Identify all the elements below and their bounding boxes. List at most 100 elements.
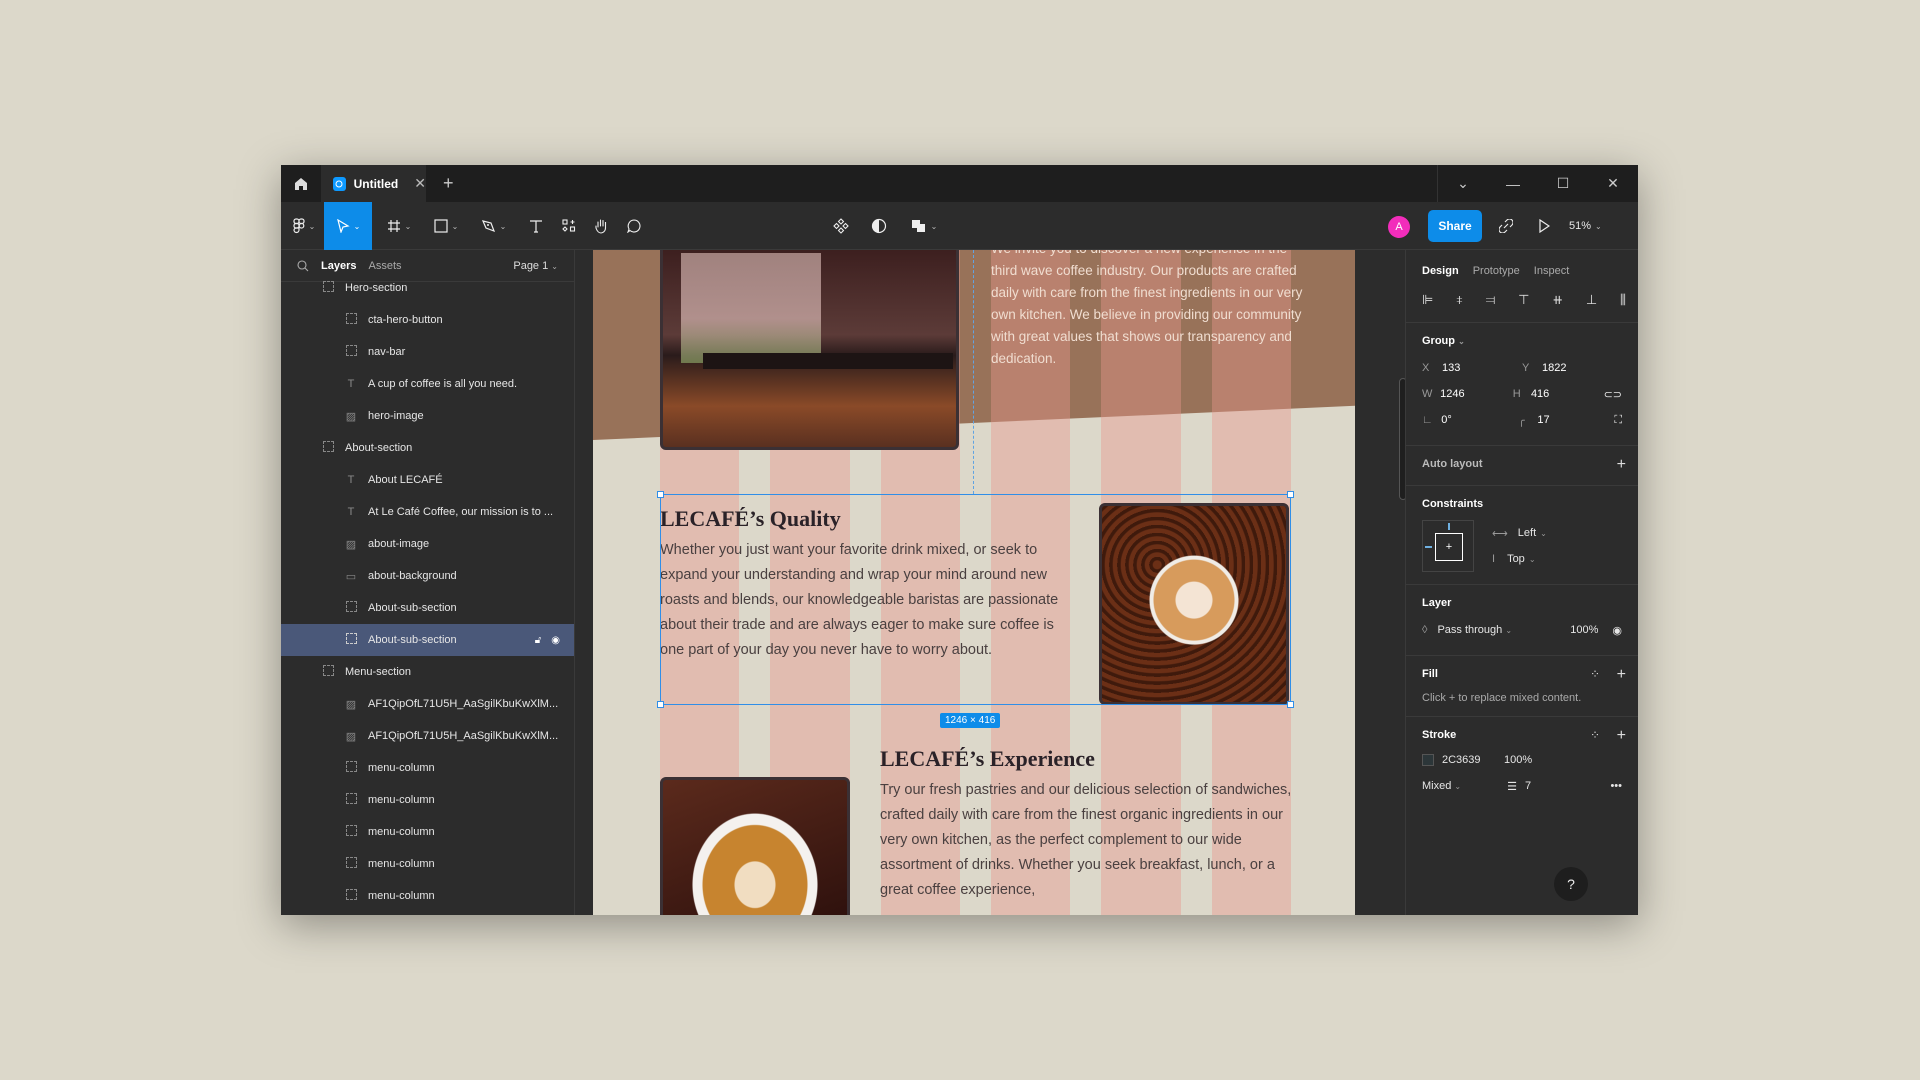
x-input[interactable]: 133	[1442, 362, 1522, 374]
height-input[interactable]: 416	[1531, 388, 1604, 400]
layer-item[interactable]: About-section	[281, 432, 574, 464]
y-input[interactable]: 1822	[1542, 362, 1622, 374]
layer-item[interactable]: nav-bar	[281, 336, 574, 368]
layer-item[interactable]: T A cup of coffee is all you need.	[281, 368, 574, 400]
selection-box[interactable]	[657, 491, 1294, 708]
layer-item[interactable]: cta-hero-button	[281, 304, 574, 336]
more-options-icon[interactable]: •••	[1610, 780, 1622, 792]
canvas[interactable]: We invite you to discover a new experien…	[575, 250, 1405, 915]
minimize-icon[interactable]: —	[1488, 165, 1538, 202]
layer-item[interactable]: ▨ AF1QipOfL71U5H_AaSgilKbuKwXlM...	[281, 688, 574, 720]
pen-tool[interactable]: ⌄	[473, 202, 515, 250]
stroke-color-input[interactable]: 2C3639	[1442, 754, 1504, 766]
layer-item[interactable]: Hero-section	[281, 272, 574, 304]
layer-item[interactable]: menu-column	[281, 784, 574, 816]
resize-handle[interactable]	[657, 491, 664, 498]
latte-image[interactable]	[660, 777, 850, 915]
about-paragraph[interactable]: We invite you to discover a new experien…	[991, 250, 1311, 370]
present-button[interactable]	[1529, 202, 1559, 250]
horizontal-constraint[interactable]: ⟷ Left ⌄	[1492, 520, 1547, 546]
eye-icon[interactable]: ◉	[1612, 624, 1622, 637]
resize-handle[interactable]	[657, 701, 664, 708]
resources-tool[interactable]	[554, 202, 584, 250]
chevron-down-icon[interactable]: ⌄	[1438, 165, 1488, 202]
comment-tool[interactable]	[619, 202, 649, 250]
text-tool[interactable]	[521, 202, 551, 250]
frame-tool[interactable]: ⌄	[378, 202, 420, 250]
components-button[interactable]	[827, 202, 855, 250]
eye-icon[interactable]: ◉	[551, 635, 560, 646]
main-menu-button[interactable]: ⌄	[287, 202, 321, 250]
tab-prototype[interactable]: Prototype	[1473, 265, 1520, 277]
layer-item[interactable]: Menu-section	[281, 656, 574, 688]
constrain-proportions-icon[interactable]: ⊂⊃	[1604, 388, 1622, 401]
close-icon[interactable]: ✕	[414, 175, 426, 192]
layer-item[interactable]: menu-column	[281, 752, 574, 784]
zoom-dropdown[interactable]: 51% ⌄	[1569, 202, 1602, 250]
resize-handle[interactable]	[1287, 701, 1294, 708]
tab-inspect[interactable]: Inspect	[1534, 265, 1569, 277]
width-input[interactable]: 1246	[1440, 388, 1513, 400]
tab-design[interactable]: Design	[1422, 265, 1459, 277]
layer-item[interactable]: T At Le Café Coffee, our mission is to ..…	[281, 496, 574, 528]
independent-corners-icon[interactable]: ⛶	[1614, 414, 1622, 427]
constraint-widget[interactable]: +	[1422, 520, 1474, 572]
resize-handle[interactable]	[1287, 491, 1294, 498]
mask-button[interactable]	[865, 202, 893, 250]
about-image[interactable]	[660, 250, 959, 450]
layer-item[interactable]: ▭ about-background	[281, 560, 574, 592]
copy-link-button[interactable]	[1491, 202, 1521, 250]
add-stroke-icon[interactable]: +	[1617, 727, 1626, 745]
shape-tool[interactable]: ⌄	[425, 202, 467, 250]
vertical-constraint[interactable]: I Top ⌄	[1492, 546, 1547, 572]
opacity-input[interactable]: 100%	[1570, 624, 1598, 636]
search-icon[interactable]	[297, 259, 309, 272]
layer-item[interactable]: T About LECAFÉ	[281, 464, 574, 496]
layer-item-selected[interactable]: About-sub-section 🔓︎ ◉	[281, 624, 574, 656]
layer-item[interactable]: ▨ about-image	[281, 528, 574, 560]
share-button[interactable]: Share	[1428, 210, 1482, 242]
stroke-color-swatch[interactable]	[1422, 754, 1434, 766]
distribute-icon[interactable]: ⫼	[1620, 292, 1626, 308]
help-button[interactable]: ?	[1554, 867, 1588, 901]
experience-heading[interactable]: LECAFÉ’s Experience	[880, 746, 1095, 772]
corner-radius-input[interactable]: 17	[1537, 414, 1614, 426]
layer-item[interactable]: ▨ hero-image	[281, 400, 574, 432]
align-right-icon[interactable]: ⫤	[1486, 292, 1496, 308]
stroke-opacity-input[interactable]: 100%	[1504, 754, 1532, 766]
boolean-button[interactable]: ⌄	[903, 202, 945, 250]
constraint-left-marker[interactable]	[1425, 546, 1432, 548]
layer-item[interactable]: ▨ AF1QipOfL71U5H_AaSgilKbuKwXlM...	[281, 720, 574, 752]
tab-assets[interactable]: Assets	[368, 260, 401, 272]
align-top-icon[interactable]: ⊤	[1518, 292, 1529, 308]
rotation-input[interactable]: 0°	[1441, 414, 1518, 426]
move-tool[interactable]: ⌄	[324, 202, 372, 250]
add-auto-layout-icon[interactable]: +	[1617, 456, 1626, 474]
stroke-position-dropdown[interactable]: Mixed ⌄	[1422, 780, 1461, 792]
maximize-icon[interactable]: ☐	[1538, 165, 1588, 202]
design-frame[interactable]: We invite you to discover a new experien…	[593, 250, 1355, 915]
layer-item[interactable]: menu-column	[281, 848, 574, 880]
stroke-weight-input[interactable]: 7	[1525, 780, 1531, 792]
align-bottom-icon[interactable]: ⊥	[1586, 292, 1597, 308]
align-vertical-center-icon[interactable]: ⧺	[1552, 292, 1563, 308]
layer-item[interactable]: menu-column	[281, 816, 574, 848]
window-close-icon[interactable]: ✕	[1588, 165, 1638, 202]
page-selector[interactable]: Page 1 ⌄	[513, 260, 558, 272]
tab-untitled[interactable]: Untitled ✕	[321, 165, 426, 202]
add-fill-icon[interactable]: +	[1617, 666, 1626, 684]
layer-item[interactable]: About-sub-section	[281, 592, 574, 624]
styles-icon[interactable]: ⁘	[1590, 728, 1600, 742]
avatar[interactable]: A	[1388, 216, 1410, 238]
constraint-center[interactable]: +	[1435, 533, 1463, 561]
home-button[interactable]	[281, 165, 321, 202]
group-type-dropdown[interactable]: Group ⌄	[1422, 335, 1622, 347]
blend-mode-dropdown[interactable]: Pass through ⌄	[1437, 624, 1512, 636]
align-horizontal-center-icon[interactable]: ⧧	[1456, 292, 1463, 308]
constraint-top-marker[interactable]	[1448, 523, 1450, 530]
align-left-icon[interactable]: ⊫	[1422, 292, 1433, 308]
unlock-icon[interactable]: 🔓︎	[535, 635, 541, 646]
plus-icon[interactable]: +	[443, 165, 454, 202]
hand-tool[interactable]	[587, 202, 617, 250]
styles-icon[interactable]: ⁘	[1590, 667, 1600, 681]
